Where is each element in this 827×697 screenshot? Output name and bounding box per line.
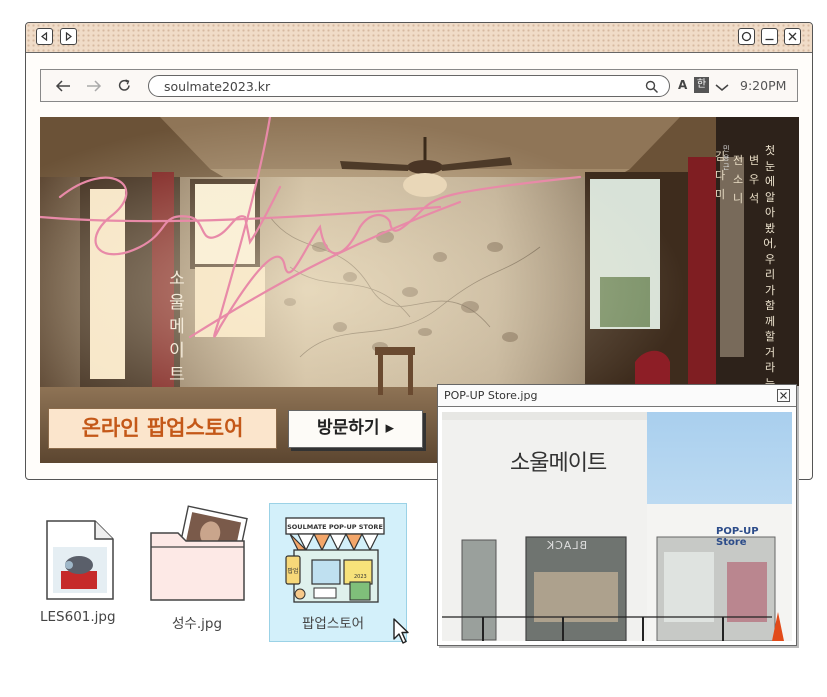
file-label-popup-store: 팝업스토어 [302,616,365,632]
nav-back-icon[interactable] [55,78,71,97]
mouse-cursor-icon [393,618,409,644]
search-icon[interactable] [645,79,659,98]
korean-input-button[interactable]: 한 [694,77,709,93]
visit-button[interactable]: 방문하기 ▸ [288,410,423,448]
chevron-down-icon[interactable] [714,81,730,95]
store-icon-side: 팝업 [287,567,298,575]
forward-arrow-icon[interactable] [60,28,77,45]
address-bar: soulmate2023.kr A 한 9:20PM [40,69,798,102]
clock: 9:20PM [740,78,787,93]
image-viewer-window: POP-UP Store.jpg 소울메이트 POP-UP Store BLAC… [437,384,797,646]
maximize-circle-icon[interactable] [738,28,755,45]
folder-icon [150,505,248,601]
title-bar[interactable] [26,23,812,53]
popup-store-sign: POP-UP Store [716,526,759,548]
file-label-seongsu: 성수.jpg [172,616,223,632]
image-file-icon [46,520,114,600]
nav-forward-icon[interactable] [86,78,102,97]
url-input[interactable]: soulmate2023.kr [148,75,670,97]
store-sign: 소울메이트 [510,451,607,476]
korean-title: 소울메이트 [169,269,185,385]
tagline: 첫눈에 알아봤어, 우리가 함께할 거라는 걸 [763,144,777,405]
cast-name-3: 변우석 [748,154,760,205]
viewer-title-bar[interactable]: POP-UP Store.jpg [438,385,796,407]
minimize-icon[interactable] [761,28,778,45]
black-window-text: BLACK [546,539,588,552]
back-arrow-icon[interactable] [36,28,53,45]
viewer-close-icon[interactable] [777,389,790,402]
cast-name-1: 김다미 [714,150,726,201]
viewer-title: POP-UP Store.jpg [444,389,538,402]
url-text: soulmate2023.kr [164,79,271,94]
cast-name-2: 전소니 [732,154,744,205]
reload-icon[interactable] [117,78,132,97]
store-icon: SOULMATE POP-UP STORE 팝업 2023 [285,517,385,603]
file-label-les601: LES601.jpg [40,609,116,625]
store-icon-header: SOULMATE POP-UP STORE [287,523,383,531]
popup-store-photo: 소울메이트 POP-UP Store BLACK [442,412,792,641]
online-popup-store-label: 온라인 팝업스토어 [48,408,277,449]
close-icon[interactable] [784,28,801,45]
store-icon-year: 2023 [354,574,367,580]
font-size-button[interactable]: A [678,78,687,92]
